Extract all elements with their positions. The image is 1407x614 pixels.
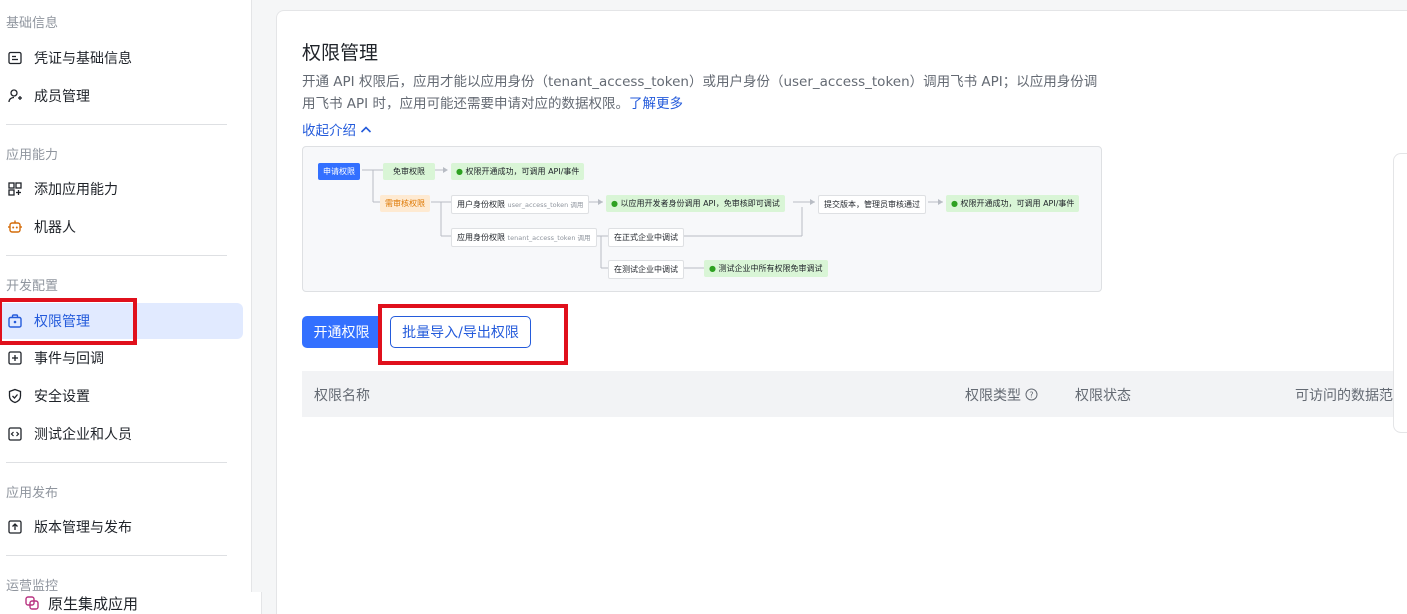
add-member-icon <box>6 87 24 105</box>
col-permission-status: 权限状态 <box>1075 388 1131 404</box>
flow-no-review: 免审权限 <box>383 163 435 180</box>
flow-submit: 提交版本，管理员审核通过 <box>818 195 926 214</box>
flow-test-free: ● 测试企业中所有权限免审调试 <box>704 260 828 277</box>
id-card-icon <box>6 49 24 67</box>
shield-icon <box>6 387 24 405</box>
flow-success-2: ● 权限开通成功，可调用 API/事件 <box>946 195 1080 212</box>
section-title-capability: 应用能力 <box>6 148 59 163</box>
event-plus-icon <box>6 349 24 367</box>
check-circle-icon: ● <box>951 199 958 208</box>
description-text: 开通 API 权限后，应用才能以应用身份（tenant_access_token… <box>302 74 1098 112</box>
sidebar-item-label: 机器人 <box>34 220 76 236</box>
divider <box>6 555 227 556</box>
chevron-up-icon <box>360 123 372 139</box>
col-permission-type: 权限类型 ? <box>965 385 1038 405</box>
highlight-box <box>378 304 568 365</box>
collapse-label: 收起介绍 <box>302 123 356 139</box>
upload-icon <box>6 518 24 536</box>
sidebar-item-label: 原生集成应用 <box>48 594 139 613</box>
flow-need-review: 需审核权限 <box>380 195 430 212</box>
sidebar-item-label: 版本管理与发布 <box>34 520 132 536</box>
sidebar-item-label: 凭证与基础信息 <box>34 51 132 67</box>
flow-app-permission: 应用身份权限 tenant_access_token 调用 <box>451 228 597 247</box>
sidebar-item-label: 测试企业和人员 <box>34 427 132 443</box>
native-app-icon <box>24 595 40 611</box>
sidebar-item-test-enterprise[interactable]: 测试企业和人员 <box>0 416 243 452</box>
sidebar-item-label: 事件与回调 <box>34 351 104 367</box>
help-icon[interactable]: ? <box>1025 388 1038 405</box>
divider <box>6 124 227 125</box>
flow-dev-debug: ● 以应用开发者身份调用 API，免审核即可调试 <box>606 195 785 212</box>
flow-apply: 申请权限 <box>318 163 360 180</box>
flow-user-permission: 用户身份权限 user_access_token 调用 <box>451 195 590 214</box>
page-description: 开通 API 权限后，应用才能以应用身份（tenant_access_token… <box>302 71 1102 115</box>
col-data-scope: 可访问的数据范围 <box>1295 388 1407 404</box>
check-circle-icon: ● <box>456 167 463 176</box>
svg-text:?: ? <box>1030 390 1034 399</box>
sidebar-item-members[interactable]: 成员管理 <box>0 78 243 114</box>
flow-test-debug: 在测试企业中调试 <box>608 260 684 279</box>
flow-formal-debug: 在正式企业中调试 <box>608 228 684 247</box>
flow-success-1: ● 权限开通成功，可调用 API/事件 <box>451 163 585 180</box>
grid-add-icon <box>6 180 24 198</box>
sidebar-item-label: 安全设置 <box>34 389 90 405</box>
divider <box>6 255 227 256</box>
sidebar-item-credentials[interactable]: 凭证与基础信息 <box>0 40 243 76</box>
sidebar-item-label: 成员管理 <box>34 89 90 105</box>
section-title-release: 应用发布 <box>6 486 59 501</box>
code-icon <box>6 425 24 443</box>
sidebar-item-events[interactable]: 事件与回调 <box>0 340 243 376</box>
open-permission-button[interactable]: 开通权限 <box>302 316 381 348</box>
sidebar-item-security[interactable]: 安全设置 <box>0 378 243 414</box>
divider <box>6 462 227 463</box>
learn-more-link[interactable]: 了解更多 <box>629 96 683 112</box>
col-permission-name: 权限名称 <box>314 388 370 404</box>
sidebar-item-versions[interactable]: 版本管理与发布 <box>0 509 243 545</box>
permission-flow-diagram: 申请权限 免审权限 ● 权限开通成功，可调用 API/事件 需审核权限 用户身份… <box>302 146 1102 292</box>
test-icon: ● <box>709 264 716 273</box>
highlight-box <box>0 298 137 345</box>
sidebar-item-native-app[interactable]: 原生集成应用 <box>0 592 262 614</box>
sidebar-item-label: 添加应用能力 <box>34 182 118 198</box>
permission-table-header: 权限名称 权限类型 ? 权限状态 可访问的数据范围 <box>302 371 1407 417</box>
robot-icon <box>6 218 24 236</box>
collapse-intro-toggle[interactable]: 收起介绍 <box>302 119 372 139</box>
dev-icon: ● <box>611 199 618 208</box>
page-title: 权限管理 <box>302 42 379 64</box>
section-title-dev-config: 开发配置 <box>6 279 59 294</box>
sidebar-item-add-capability[interactable]: 添加应用能力 <box>0 171 243 207</box>
section-title-basic: 基础信息 <box>6 16 59 31</box>
sidebar-item-robot[interactable]: 机器人 <box>0 209 243 245</box>
floating-side-panel[interactable] <box>1393 153 1407 433</box>
